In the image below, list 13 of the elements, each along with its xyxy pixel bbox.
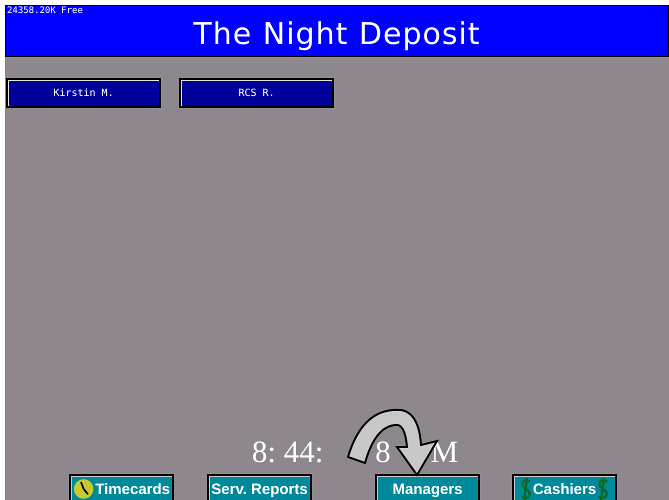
nav-button[interactable]: Timecards <box>69 474 174 500</box>
dollar-icon <box>520 477 532 500</box>
nav-button[interactable]: Serv. Reports <box>207 474 312 500</box>
memory-status: 24358.20K Free <box>7 6 83 16</box>
clock-text: 8 <box>375 434 391 471</box>
window-title: The Night Deposit <box>193 16 481 52</box>
employee-button[interactable]: Kirstin M. <box>6 78 161 108</box>
employee-button[interactable]: RCS R. <box>179 78 334 108</box>
dollar-icon <box>597 477 610 500</box>
clock-text: 8: 44: <box>252 434 324 471</box>
clock-icon <box>73 477 94 500</box>
nav-button[interactable]: Managers <box>375 474 480 500</box>
nav-button[interactable]: Cashiers <box>512 474 617 500</box>
